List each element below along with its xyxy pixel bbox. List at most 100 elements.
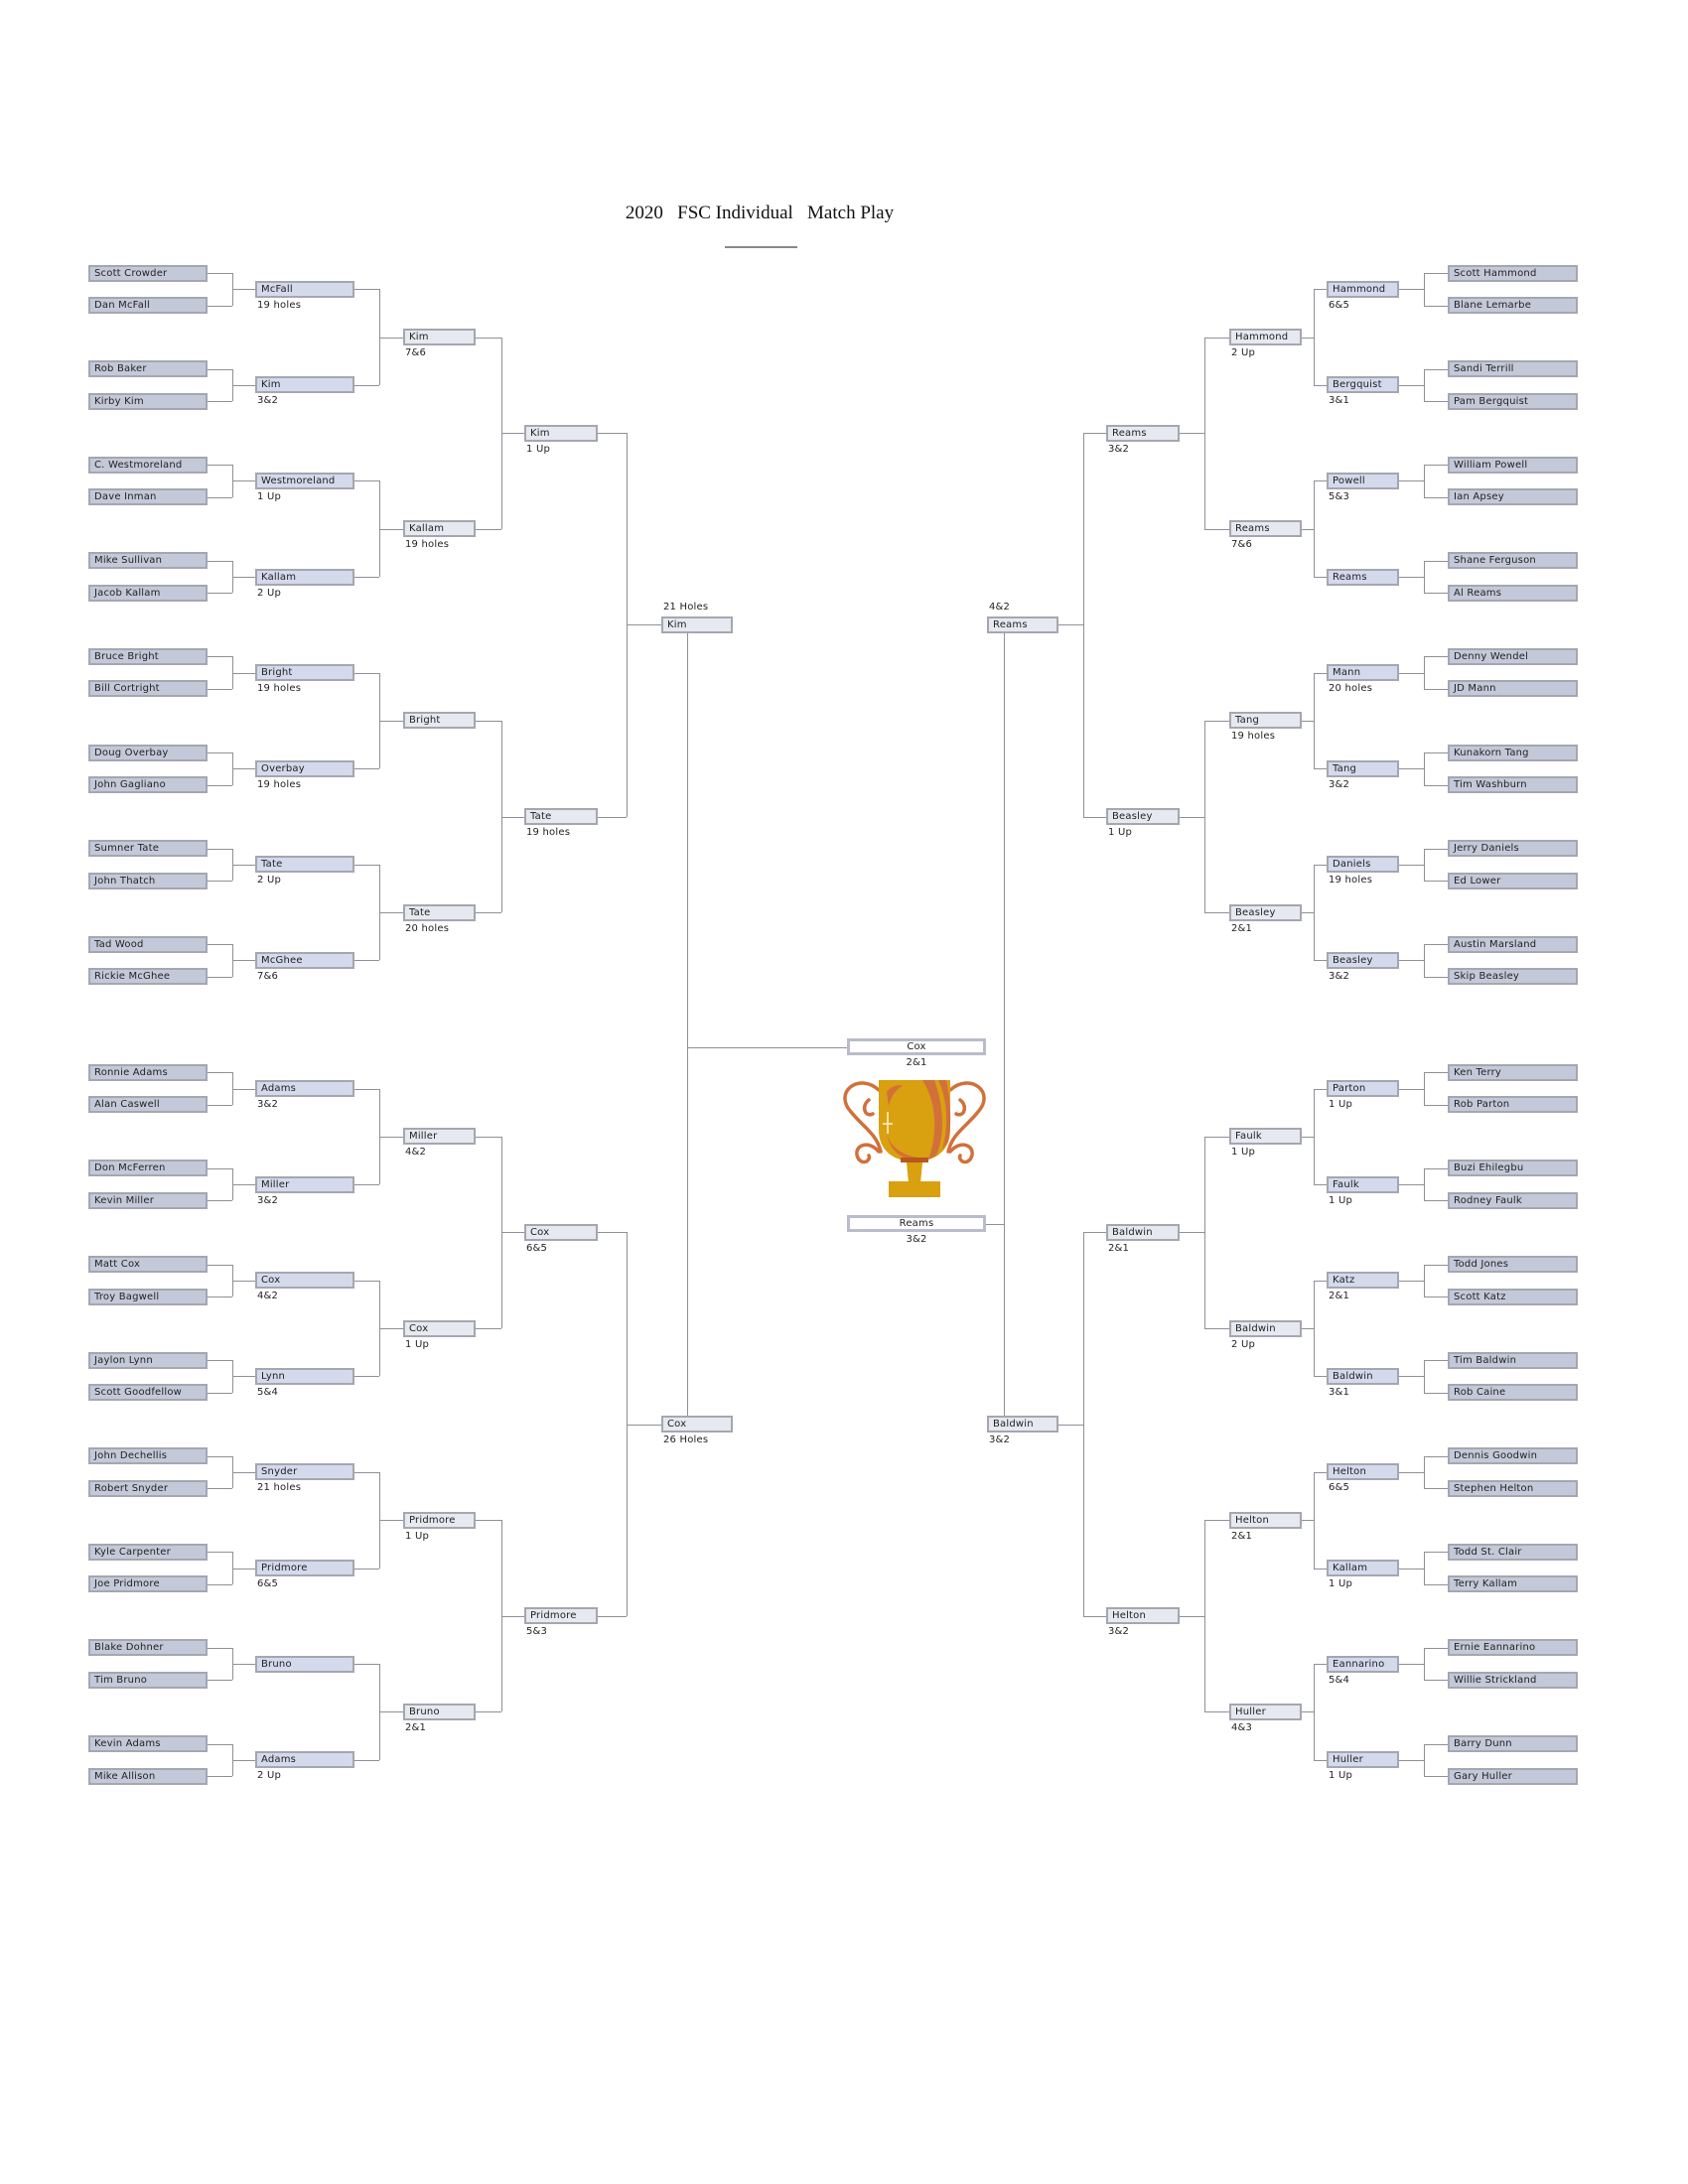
winner-slot[interactable]: Helton: [1327, 1463, 1399, 1481]
winner-slot[interactable]: Snyder: [255, 1463, 354, 1481]
winner-slot[interactable]: Baldwin: [1106, 1223, 1180, 1241]
player-slot[interactable]: Ed Lower: [1448, 872, 1578, 889]
player-slot[interactable]: Scott Crowder: [88, 264, 208, 282]
winner-slot[interactable]: McGhee: [255, 951, 354, 969]
winner-slot[interactable]: Huller: [1327, 1751, 1399, 1769]
player-slot[interactable]: Mike Sullivan: [88, 552, 208, 570]
player-slot[interactable]: Dennis Goodwin: [1448, 1447, 1578, 1465]
player-slot[interactable]: Bruce Bright: [88, 647, 208, 665]
winner-slot[interactable]: Bright: [255, 664, 354, 682]
player-slot[interactable]: Sumner Tate: [88, 840, 208, 858]
player-slot[interactable]: Al Reams: [1448, 584, 1578, 602]
player-slot[interactable]: Denny Wendel: [1448, 647, 1578, 665]
semifinal-slot[interactable]: Cox: [661, 1416, 733, 1433]
winner-slot[interactable]: Kallam: [1327, 1560, 1399, 1577]
winner-slot[interactable]: Adams: [255, 1080, 354, 1098]
player-slot[interactable]: Pam Bergquist: [1448, 392, 1578, 410]
player-slot[interactable]: Ian Apsey: [1448, 488, 1578, 506]
player-slot[interactable]: Scott Katz: [1448, 1288, 1578, 1305]
player-slot[interactable]: C. Westmoreland: [88, 456, 208, 474]
player-slot[interactable]: Bill Cortright: [88, 680, 208, 698]
player-slot[interactable]: Shane Ferguson: [1448, 552, 1578, 570]
winner-slot[interactable]: Tang: [1327, 759, 1399, 777]
winner-slot[interactable]: Hammond: [1229, 329, 1302, 346]
player-slot[interactable]: Tim Washburn: [1448, 776, 1578, 793]
player-slot[interactable]: Scott Goodfellow: [88, 1384, 208, 1402]
player-slot[interactable]: Austin Marsland: [1448, 935, 1578, 953]
player-slot[interactable]: Jacob Kallam: [88, 584, 208, 602]
winner-slot[interactable]: Reams: [1327, 568, 1399, 586]
player-slot[interactable]: Willie Strickland: [1448, 1671, 1578, 1689]
player-slot[interactable]: Blake Dohner: [88, 1639, 208, 1657]
player-slot[interactable]: Kyle Carpenter: [88, 1543, 208, 1561]
winner-slot[interactable]: Bright: [403, 712, 476, 730]
player-slot[interactable]: Don McFerren: [88, 1160, 208, 1177]
winner-slot[interactable]: Hammond: [1327, 280, 1399, 298]
winner-slot[interactable]: Pridmore: [524, 1607, 598, 1625]
winner-slot[interactable]: Reams: [1229, 520, 1302, 538]
winner-slot[interactable]: Kim: [524, 424, 598, 442]
player-slot[interactable]: John Gagliano: [88, 776, 208, 793]
winner-slot[interactable]: Eannarino: [1327, 1655, 1399, 1673]
winner-slot[interactable]: Pridmore: [255, 1560, 354, 1577]
winner-slot[interactable]: Kallam: [255, 568, 354, 586]
player-slot[interactable]: Rob Caine: [1448, 1384, 1578, 1402]
player-slot[interactable]: Rickie McGhee: [88, 968, 208, 986]
winner-slot[interactable]: Bruno: [255, 1655, 354, 1673]
winner-slot[interactable]: Mann: [1327, 664, 1399, 682]
finalist-left-slot[interactable]: Cox: [847, 1038, 986, 1055]
winner-slot[interactable]: Adams: [255, 1751, 354, 1769]
player-slot[interactable]: John Dechellis: [88, 1447, 208, 1465]
player-slot[interactable]: Tim Baldwin: [1448, 1351, 1578, 1369]
player-slot[interactable]: Troy Bagwell: [88, 1288, 208, 1305]
semifinal-slot[interactable]: Reams: [987, 615, 1058, 633]
winner-slot[interactable]: Overbay: [255, 759, 354, 777]
player-slot[interactable]: Kevin Adams: [88, 1735, 208, 1752]
winner-slot[interactable]: Katz: [1327, 1272, 1399, 1290]
winner-slot[interactable]: Parton: [1327, 1080, 1399, 1098]
winner-slot[interactable]: Tate: [524, 808, 598, 826]
winner-slot[interactable]: Tate: [403, 903, 476, 921]
player-slot[interactable]: Kevin Miller: [88, 1191, 208, 1209]
winner-slot[interactable]: Miller: [255, 1175, 354, 1193]
player-slot[interactable]: Tad Wood: [88, 935, 208, 953]
player-slot[interactable]: Kunakorn Tang: [1448, 744, 1578, 761]
player-slot[interactable]: Robert Snyder: [88, 1479, 208, 1497]
winner-slot[interactable]: Tang: [1229, 712, 1302, 730]
player-slot[interactable]: Doug Overbay: [88, 744, 208, 761]
winner-slot[interactable]: Pridmore: [403, 1511, 476, 1529]
player-slot[interactable]: Tim Bruno: [88, 1671, 208, 1689]
finalist-right-slot[interactable]: Reams: [847, 1215, 986, 1232]
winner-slot[interactable]: Faulk: [1229, 1128, 1302, 1146]
player-slot[interactable]: Rodney Faulk: [1448, 1191, 1578, 1209]
player-slot[interactable]: Blane Lemarbe: [1448, 297, 1578, 314]
winner-slot[interactable]: Tate: [255, 856, 354, 874]
winner-slot[interactable]: Helton: [1106, 1607, 1180, 1625]
player-slot[interactable]: Ernie Eannarino: [1448, 1639, 1578, 1657]
player-slot[interactable]: Gary Huller: [1448, 1767, 1578, 1785]
winner-slot[interactable]: Kallam: [403, 520, 476, 538]
winner-slot[interactable]: Powell: [1327, 472, 1399, 489]
player-slot[interactable]: Sandi Terrill: [1448, 360, 1578, 378]
semifinal-slot[interactable]: Baldwin: [987, 1416, 1058, 1433]
winner-slot[interactable]: Baldwin: [1327, 1367, 1399, 1385]
player-slot[interactable]: Rob Parton: [1448, 1096, 1578, 1114]
player-slot[interactable]: John Thatch: [88, 872, 208, 889]
player-slot[interactable]: JD Mann: [1448, 680, 1578, 698]
player-slot[interactable]: Mike Allison: [88, 1767, 208, 1785]
player-slot[interactable]: Stephen Helton: [1448, 1479, 1578, 1497]
semifinal-slot[interactable]: Kim: [661, 615, 733, 633]
player-slot[interactable]: Rob Baker: [88, 360, 208, 378]
player-slot[interactable]: Jerry Daniels: [1448, 840, 1578, 858]
winner-slot[interactable]: Daniels: [1327, 856, 1399, 874]
winner-slot[interactable]: Miller: [403, 1128, 476, 1146]
winner-slot[interactable]: Cox: [255, 1272, 354, 1290]
player-slot[interactable]: Scott Hammond: [1448, 264, 1578, 282]
player-slot[interactable]: Jaylon Lynn: [88, 1351, 208, 1369]
player-slot[interactable]: Todd Jones: [1448, 1256, 1578, 1273]
winner-slot[interactable]: Beasley: [1106, 808, 1180, 826]
winner-slot[interactable]: Baldwin: [1229, 1319, 1302, 1337]
winner-slot[interactable]: Huller: [1229, 1703, 1302, 1720]
winner-slot[interactable]: Kim: [403, 329, 476, 346]
winner-slot[interactable]: Bruno: [403, 1703, 476, 1720]
